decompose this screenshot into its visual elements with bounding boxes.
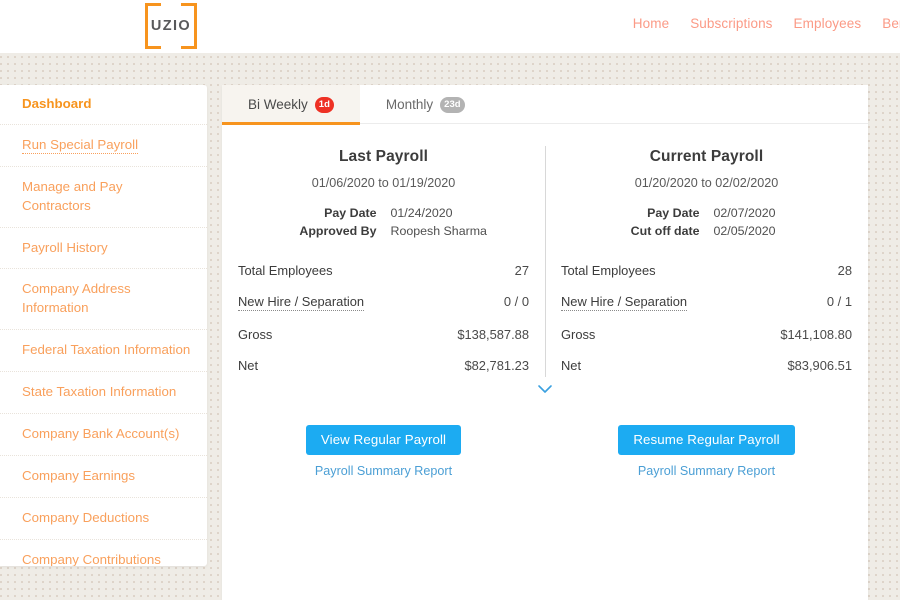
row-value: $138,587.88 <box>457 327 529 342</box>
panel-date-range: 01/06/2020 to 01/19/2020 <box>236 176 531 190</box>
sidebar-item-manage-and-pay-contractors[interactable]: Manage and Pay Contractors <box>0 167 207 228</box>
panel-current-payroll: Current Payroll 01/20/2020 to 02/02/2020… <box>545 148 868 381</box>
row-label: Net <box>238 358 258 373</box>
row-label[interactable]: New Hire / Separation <box>238 294 364 311</box>
row-value: 28 <box>838 263 852 278</box>
tab-bi-weekly[interactable]: Bi Weekly 1d <box>222 85 360 124</box>
panel-meta: Pay Date 01/24/2020 Approved By Roopesh … <box>236 206 531 238</box>
row-gross: Gross $138,587.88 <box>236 319 531 350</box>
sidebar-item-label: Company Bank Account(s) <box>22 426 179 441</box>
payroll-summary-report-link[interactable]: Payroll Summary Report <box>638 464 775 478</box>
sidebar-item-label: State Taxation Information <box>22 384 176 399</box>
sidebar-item-run-special-payroll[interactable]: Run Special Payroll <box>0 125 207 167</box>
row-label: Gross <box>238 327 272 342</box>
nav-item-employees[interactable]: Employees <box>794 16 862 31</box>
chevron-down-icon[interactable] <box>537 382 553 394</box>
row-value: $82,781.23 <box>464 358 529 373</box>
sidebar-item-company-bank-accounts[interactable]: Company Bank Account(s) <box>0 414 207 456</box>
sidebar-item-label: Company Earnings <box>22 468 135 483</box>
tab-label: Bi Weekly <box>248 97 308 112</box>
payroll-tabs: Bi Weekly 1d Monthly 23d <box>222 85 868 124</box>
tab-label: Monthly <box>386 97 433 112</box>
meta-label-approved-by: Approved By <box>236 224 377 238</box>
row-value: $141,108.80 <box>780 327 852 342</box>
meta-value-cut-off-date: 02/05/2020 <box>714 224 855 238</box>
panel-rows: Total Employees 27 New Hire / Separation… <box>236 255 531 381</box>
row-total-employees: Total Employees 27 <box>236 255 531 286</box>
panel-title: Current Payroll <box>559 148 854 166</box>
row-label: Net <box>561 358 581 373</box>
top-navigation: Home Subscriptions Employees Benef <box>633 16 900 31</box>
tab-badge-days: 23d <box>440 97 464 113</box>
uzio-logo[interactable]: UZIO <box>145 3 197 49</box>
main-content-card: Bi Weekly 1d Monthly 23d Last Payroll 01… <box>222 85 868 600</box>
sidebar-item-label: Company Deductions <box>22 510 149 525</box>
meta-value-approved-by: Roopesh Sharma <box>391 224 532 238</box>
sidebar-item-payroll-history[interactable]: Payroll History <box>0 228 207 270</box>
sidebar-item-dashboard[interactable]: Dashboard <box>0 85 207 125</box>
row-new-hire-separation: New Hire / Separation 0 / 1 <box>559 286 854 319</box>
sidebar-item-company-deductions[interactable]: Company Deductions <box>0 498 207 540</box>
tab-monthly[interactable]: Monthly 23d <box>360 85 491 124</box>
row-net: Net $82,781.23 <box>236 350 531 381</box>
row-total-employees: Total Employees 28 <box>559 255 854 286</box>
sidebar-item-company-contributions[interactable]: Company Contributions <box>0 540 207 567</box>
row-label: Total Employees <box>561 263 656 278</box>
sidebar-item-label: Company Address Information <box>22 281 131 315</box>
sidebar-item-company-earnings[interactable]: Company Earnings <box>0 456 207 498</box>
panel-meta: Pay Date 02/07/2020 Cut off date 02/05/2… <box>559 206 854 238</box>
sidebar-item-label: Payroll History <box>22 240 108 255</box>
app-root: UZIO Home Subscriptions Employees Benef … <box>0 0 900 600</box>
nav-item-home[interactable]: Home <box>633 16 669 31</box>
panel-last-payroll: Last Payroll 01/06/2020 to 01/19/2020 Pa… <box>222 148 545 381</box>
payroll-summary-report-link[interactable]: Payroll Summary Report <box>315 464 452 478</box>
view-regular-payroll-button[interactable]: View Regular Payroll <box>306 425 461 455</box>
sidebar-item-label: Manage and Pay Contractors <box>22 179 123 213</box>
nav-item-benefits[interactable]: Benef <box>882 16 900 31</box>
meta-label-cut-off-date: Cut off date <box>559 224 700 238</box>
sidebar-item-label: Run Special Payroll <box>22 137 138 154</box>
row-label: Gross <box>561 327 595 342</box>
panel-date-range: 01/20/2020 to 02/02/2020 <box>559 176 854 190</box>
panel-rows: Total Employees 28 New Hire / Separation… <box>559 255 854 381</box>
row-value: 0 / 1 <box>827 294 852 309</box>
payroll-panels: Last Payroll 01/06/2020 to 01/19/2020 Pa… <box>222 124 868 381</box>
logo-text: UZIO <box>145 3 197 49</box>
sidebar-item-company-address-information[interactable]: Company Address Information <box>0 269 207 330</box>
row-label[interactable]: New Hire / Separation <box>561 294 687 311</box>
tab-badge-days: 1d <box>315 97 334 113</box>
row-new-hire-separation: New Hire / Separation 0 / 0 <box>236 286 531 319</box>
panel-title: Last Payroll <box>236 148 531 166</box>
nav-item-subscriptions[interactable]: Subscriptions <box>690 16 772 31</box>
meta-label-pay-date: Pay Date <box>236 206 377 220</box>
row-gross: Gross $141,108.80 <box>559 319 854 350</box>
action-col-current-payroll: Resume Regular Payroll Payroll Summary R… <box>545 425 868 478</box>
sidebar-item-state-taxation-information[interactable]: State Taxation Information <box>0 372 207 414</box>
row-value: 27 <box>515 263 529 278</box>
meta-value-pay-date: 01/24/2020 <box>391 206 532 220</box>
sidebar-item-label: Dashboard <box>22 96 91 111</box>
sidebar-item-label: Company Contributions <box>22 552 161 567</box>
row-value: $83,906.51 <box>787 358 852 373</box>
sidebar: Dashboard Run Special Payroll Manage and… <box>0 85 207 566</box>
meta-value-pay-date: 02/07/2020 <box>714 206 855 220</box>
row-net: Net $83,906.51 <box>559 350 854 381</box>
resume-regular-payroll-button[interactable]: Resume Regular Payroll <box>618 425 794 455</box>
panel-actions: View Regular Payroll Payroll Summary Rep… <box>222 425 868 478</box>
row-label: Total Employees <box>238 263 333 278</box>
row-value: 0 / 0 <box>504 294 529 309</box>
sidebar-item-federal-taxation-information[interactable]: Federal Taxation Information <box>0 330 207 372</box>
sidebar-item-label: Federal Taxation Information <box>22 342 190 357</box>
top-header: UZIO Home Subscriptions Employees Benef <box>0 0 900 53</box>
action-col-last-payroll: View Regular Payroll Payroll Summary Rep… <box>222 425 545 478</box>
meta-label-pay-date: Pay Date <box>559 206 700 220</box>
